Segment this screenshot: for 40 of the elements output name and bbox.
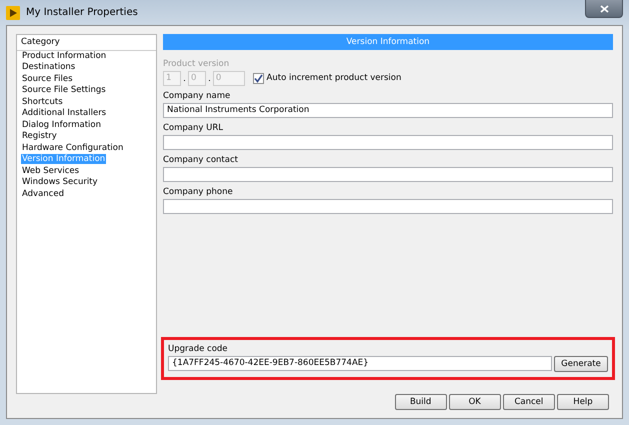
- dialog-button[interactable]: OK: [448, 394, 501, 410]
- separator: .: [182, 73, 187, 86]
- text-field[interactable]: National Instruments Corporation: [163, 103, 613, 118]
- category-item[interactable]: Destinations: [21, 62, 76, 72]
- close-button[interactable]: [585, 0, 623, 18]
- version-field: 1: [163, 71, 181, 86]
- category-item[interactable]: Shortcuts: [21, 96, 64, 107]
- section-header: Version Information: [163, 34, 613, 50]
- generate-button[interactable]: Generate: [554, 356, 608, 372]
- text-field[interactable]: [163, 167, 613, 182]
- window-title: My Installer Properties: [26, 6, 138, 20]
- version-field: 0: [188, 71, 206, 86]
- category-item[interactable]: Dialog Information: [21, 120, 102, 130]
- separator: .: [207, 73, 212, 86]
- dialog-button[interactable]: Cancel: [502, 394, 555, 410]
- version-field: 0: [212, 71, 245, 86]
- text-field[interactable]: {1A7FF245-4670-42EE-9EB7-860EE5B774AE}: [168, 356, 552, 371]
- category-item[interactable]: Hardware Configuration: [21, 142, 124, 153]
- category-item[interactable]: Product Information: [21, 50, 108, 61]
- text-field[interactable]: [163, 135, 613, 150]
- field-label: Upgrade code: [168, 343, 229, 356]
- field-label: Company contact: [163, 154, 239, 168]
- field-label: Product version: [163, 58, 230, 71]
- app-icon: [6, 6, 20, 20]
- dialog-button[interactable]: Build: [394, 394, 447, 410]
- category-item[interactable]: Source File Settings: [21, 85, 107, 96]
- checkbox-label: Auto increment product version: [266, 72, 402, 85]
- field-label: Company phone: [163, 186, 234, 200]
- category-item[interactable]: Additional Installers: [21, 108, 108, 118]
- category-item[interactable]: Advanced: [21, 188, 65, 199]
- text-field[interactable]: [163, 199, 613, 214]
- list-header: Category: [17, 35, 156, 51]
- category-item[interactable]: Source Files: [21, 74, 74, 84]
- field-label: Company URL: [163, 122, 224, 136]
- close-icon: [600, 4, 608, 12]
- category-item[interactable]: Windows Security: [21, 177, 99, 188]
- category-item[interactable]: Registry: [21, 131, 58, 142]
- dialog-button[interactable]: Help: [557, 394, 609, 410]
- field-label: Company name: [163, 90, 232, 104]
- category-item[interactable]: Web Services: [21, 166, 80, 176]
